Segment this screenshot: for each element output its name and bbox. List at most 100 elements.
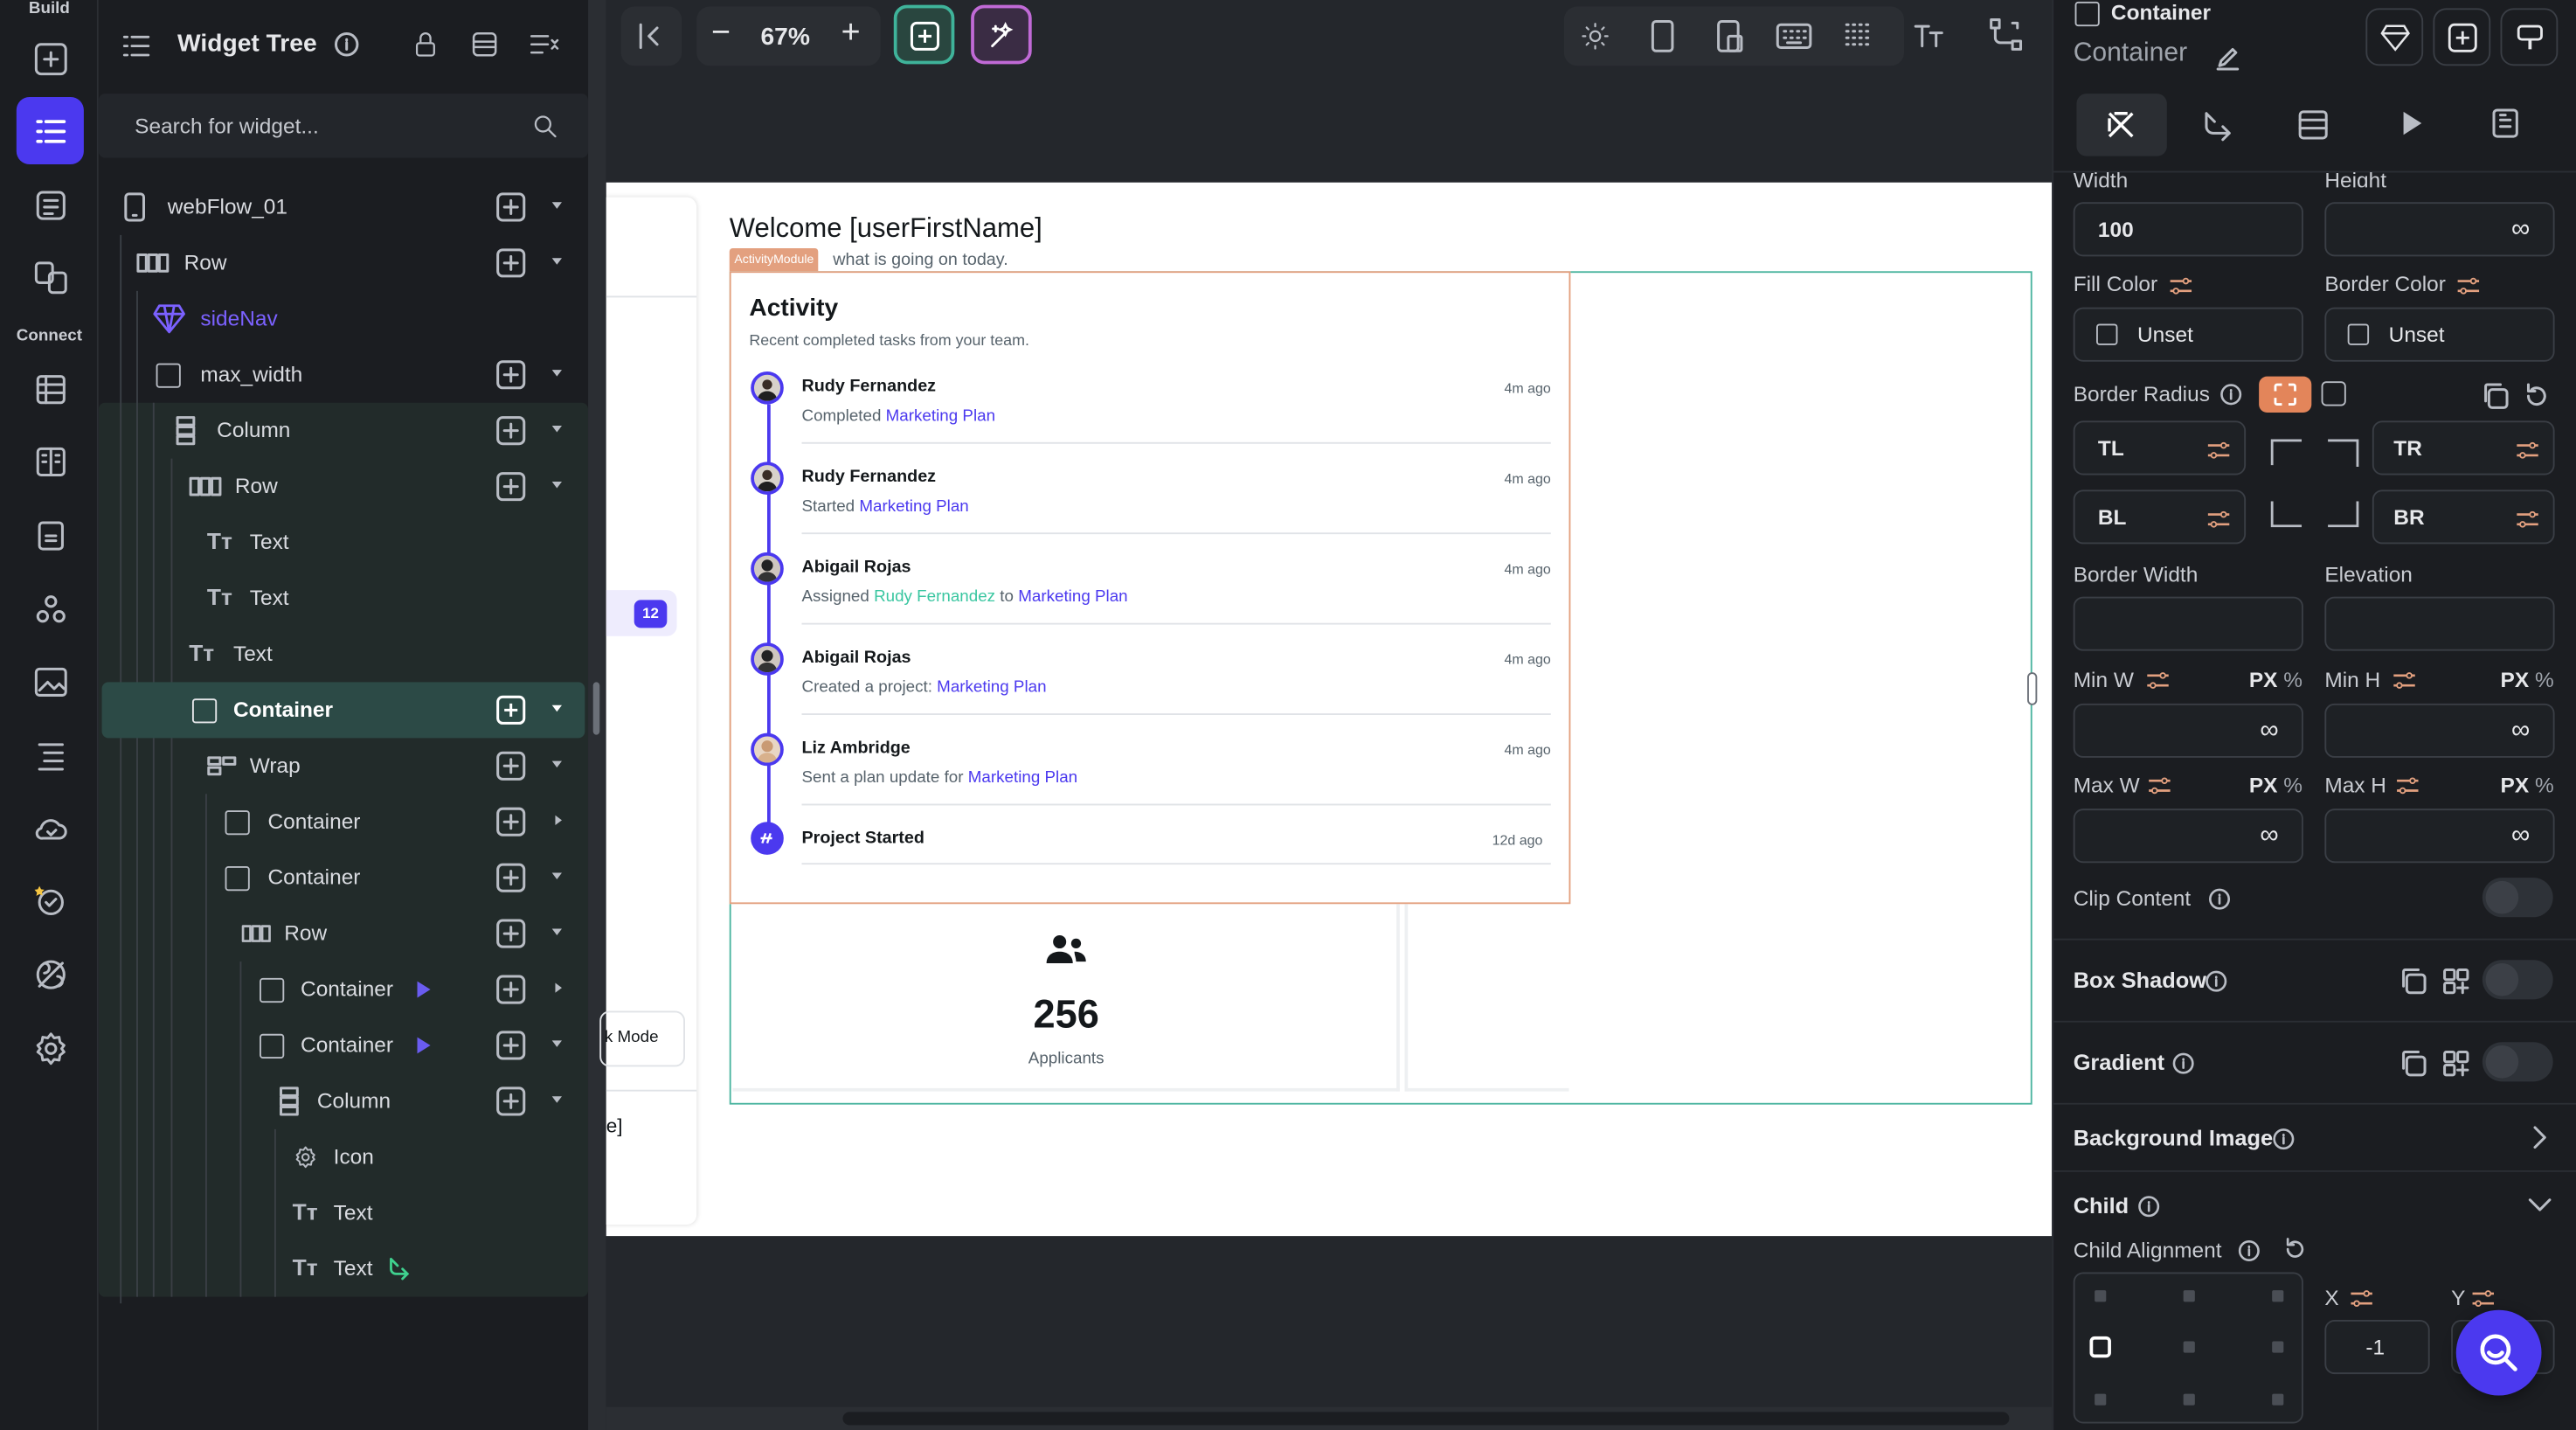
unit-percent[interactable]: % xyxy=(2283,667,2302,691)
tree-item-text[interactable]: Tт Text xyxy=(99,571,588,627)
settings-button[interactable] xyxy=(17,1014,84,1081)
child-alignment-grid[interactable] xyxy=(2073,1272,2303,1424)
copy-icon[interactable] xyxy=(2399,967,2428,996)
border-color-picker[interactable]: Unset xyxy=(2324,307,2555,362)
resize-handle[interactable] xyxy=(2027,672,2038,705)
component-button[interactable] xyxy=(2365,8,2424,66)
variable-icon[interactable] xyxy=(2392,670,2416,691)
edit-pencil-icon[interactable] xyxy=(2214,45,2240,71)
variable-icon[interactable] xyxy=(2350,1288,2374,1309)
paste-style-icon[interactable] xyxy=(2441,1049,2471,1079)
collapse-all-icon[interactable] xyxy=(468,28,502,61)
ai-gen-button[interactable] xyxy=(971,4,1032,65)
align-center-right[interactable] xyxy=(2272,1341,2284,1353)
widget-tree-button[interactable] xyxy=(16,96,84,165)
min-w-unit[interactable]: PX % xyxy=(2249,667,2302,691)
info-icon[interactable] xyxy=(2205,969,2227,992)
activity-link[interactable]: Marketing Plan xyxy=(937,679,1046,698)
chevron-right-icon[interactable] xyxy=(2530,1124,2550,1150)
min-h-input[interactable]: ∞ xyxy=(2324,703,2555,758)
gradient-toggle[interactable] xyxy=(2482,1042,2553,1082)
sidenav-preview[interactable]: 12 k Mode e] xyxy=(599,197,697,1225)
add-child-icon[interactable] xyxy=(496,416,526,446)
add-child-icon[interactable] xyxy=(496,192,526,222)
tree-item-container[interactable]: Container xyxy=(99,961,588,1017)
tablet-icon[interactable] xyxy=(1715,19,1745,53)
media-button[interactable] xyxy=(17,648,84,715)
zoom-level[interactable]: 67% xyxy=(760,23,809,51)
expand-caret-icon[interactable] xyxy=(551,705,562,712)
api-calls-button[interactable] xyxy=(17,427,84,495)
elevation-input[interactable] xyxy=(2324,596,2555,651)
add-widget-button[interactable] xyxy=(17,24,84,92)
welcome-subtitle[interactable]: what is going on today. xyxy=(833,250,1008,270)
text-scale-icon[interactable] xyxy=(1912,20,1945,50)
box-shadow-toggle[interactable] xyxy=(2482,960,2553,1000)
max-w-unit[interactable]: PX % xyxy=(2249,773,2302,797)
horizontal-scrollbar[interactable] xyxy=(606,1406,2053,1430)
integrations-button[interactable] xyxy=(17,941,84,1008)
tab-actions-icon[interactable] xyxy=(2199,108,2235,142)
unit-px[interactable]: PX xyxy=(2501,773,2530,797)
cloud-functions-button[interactable] xyxy=(17,794,84,861)
info-icon[interactable] xyxy=(2272,1128,2295,1150)
align-bottom-left[interactable] xyxy=(2095,1393,2107,1406)
scrollbar-thumb[interactable] xyxy=(842,1412,2010,1426)
custom-code-button[interactable] xyxy=(17,575,84,642)
tree-item-text[interactable]: Tт Text xyxy=(99,1185,588,1241)
variable-icon[interactable] xyxy=(2145,670,2170,691)
activity-module[interactable]: Activity Recent completed tasks from you… xyxy=(729,271,1571,905)
app-values-button[interactable] xyxy=(17,722,84,789)
radius-bl-input[interactable]: BL xyxy=(2073,489,2247,545)
info-icon[interactable] xyxy=(2208,887,2231,910)
play-icon[interactable] xyxy=(416,980,433,1000)
max-h-unit[interactable]: PX % xyxy=(2501,773,2554,797)
search-icon[interactable] xyxy=(530,112,560,142)
radius-tl-input[interactable]: TL xyxy=(2073,420,2247,476)
activity-link[interactable]: Marketing Plan xyxy=(968,769,1077,788)
zoom-out-button[interactable]: − xyxy=(711,15,731,52)
tab-properties[interactable] xyxy=(2076,94,2167,156)
info-icon[interactable] xyxy=(334,31,360,58)
expand-caret-icon[interactable] xyxy=(551,1096,562,1103)
radius-tr-input[interactable]: TR xyxy=(2372,420,2555,476)
clip-content-toggle[interactable] xyxy=(2482,878,2553,918)
add-child-icon[interactable] xyxy=(496,1031,526,1060)
unit-percent[interactable]: % xyxy=(2535,667,2554,691)
tree-item-row[interactable]: Row xyxy=(99,459,588,515)
tree-item-text[interactable]: Tт Text xyxy=(99,626,588,682)
variable-icon[interactable] xyxy=(2471,1288,2496,1309)
paste-style-icon[interactable] xyxy=(2441,967,2471,996)
variable-icon[interactable] xyxy=(2147,776,2171,796)
data-schema-button[interactable] xyxy=(17,355,84,422)
align-center-left-selected[interactable] xyxy=(2089,1336,2111,1358)
reset-icon[interactable] xyxy=(2522,381,2552,411)
tree-item-webflow[interactable]: webFlow_01 xyxy=(99,179,588,235)
expand-caret-icon[interactable] xyxy=(551,426,562,433)
align-bottom-right[interactable] xyxy=(2272,1393,2284,1406)
tree-item-container-selected[interactable]: Container xyxy=(101,682,585,739)
layout-nodes-icon[interactable] xyxy=(1988,17,2024,52)
info-icon[interactable] xyxy=(2219,383,2242,406)
unit-px[interactable]: PX xyxy=(2249,773,2278,797)
add-child-icon[interactable] xyxy=(496,472,526,502)
tree-item-icon[interactable]: Icon xyxy=(99,1129,588,1185)
variable-icon[interactable] xyxy=(2395,776,2420,796)
add-child-icon[interactable] xyxy=(496,1086,526,1116)
lock-icon[interactable] xyxy=(411,30,440,59)
tree-item-text[interactable]: Tт Text xyxy=(99,515,588,571)
stat-card[interactable] xyxy=(1404,904,1569,1092)
tab-backend-query-icon[interactable] xyxy=(2296,108,2330,142)
add-child-icon[interactable] xyxy=(496,751,526,781)
zoom-in-button[interactable]: + xyxy=(841,15,861,52)
expand-caret-icon[interactable] xyxy=(551,928,562,935)
info-icon[interactable] xyxy=(2238,1239,2261,1262)
max-h-input[interactable]: ∞ xyxy=(2324,809,2555,864)
welcome-heading[interactable]: Welcome [userFirstName] xyxy=(730,213,1042,245)
copy-icon[interactable] xyxy=(2399,1049,2428,1079)
align-center[interactable] xyxy=(2183,1341,2195,1353)
widget-name[interactable]: Container xyxy=(2074,39,2187,69)
add-child-icon[interactable] xyxy=(496,807,526,836)
tree-item-sidenav[interactable]: sideNav xyxy=(99,291,588,347)
theme-button[interactable] xyxy=(17,243,84,310)
